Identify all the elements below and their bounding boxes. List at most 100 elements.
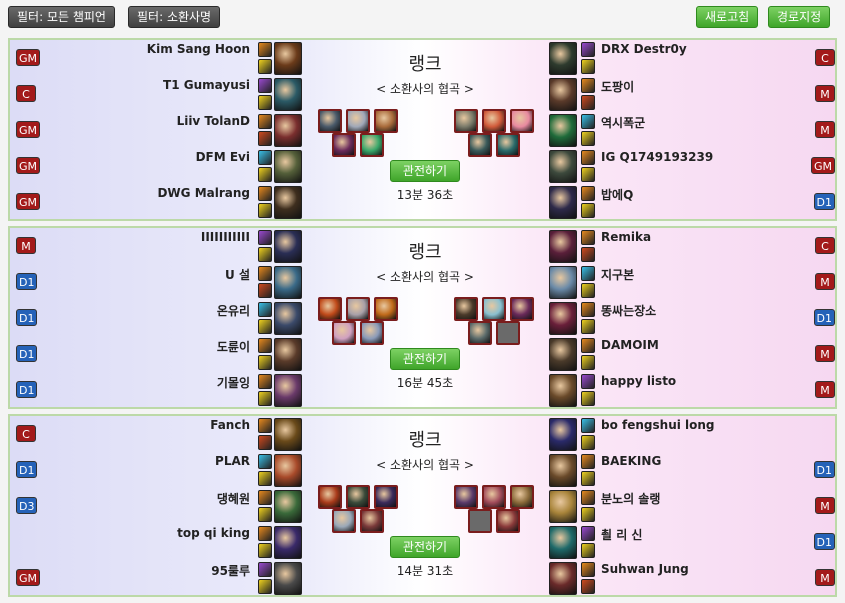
- red-team-player[interactable]: M DAMOIM: [549, 338, 839, 372]
- spell-two-icon: [258, 355, 272, 370]
- red-team-player[interactable]: D1 똥싸는장소: [549, 302, 839, 336]
- summoner-name[interactable]: PLAR: [215, 454, 250, 468]
- blue-team-player[interactable]: D1 U 설: [12, 266, 302, 300]
- spell-one-icon: [581, 42, 595, 57]
- refresh-button[interactable]: 새로고침: [696, 6, 759, 28]
- red-team-player[interactable]: GM IG Q1749193239: [549, 150, 839, 184]
- spell-one-icon: [258, 114, 272, 129]
- summoner-name[interactable]: Remika: [601, 230, 651, 244]
- summoner-name[interactable]: 밥에Q: [601, 186, 633, 203]
- champion-portrait-icon: [274, 230, 302, 263]
- summoner-name[interactable]: 지구본: [601, 266, 634, 283]
- summoner-name[interactable]: 똥싸는장소: [601, 302, 656, 319]
- blue-team-player[interactable]: C T1 Gumayusi: [12, 78, 302, 112]
- red-team-player[interactable]: D1 BAEKING: [549, 454, 839, 488]
- champion-portrait-icon: [274, 454, 302, 487]
- red-team-player[interactable]: M 분노의 솔랭: [549, 490, 839, 524]
- blue-team-player[interactable]: M IIIIIIIIIII: [12, 230, 302, 264]
- summoner-name[interactable]: 95룰루: [211, 562, 250, 579]
- banned-champion-icon: [360, 321, 384, 345]
- red-team-player[interactable]: Mhappy listo: [549, 374, 839, 408]
- spell-one-icon: [258, 186, 272, 201]
- champion-portrait-icon: [549, 230, 577, 263]
- spell-one-icon: [581, 562, 595, 577]
- spectate-button[interactable]: 관전하기: [390, 536, 460, 558]
- tier-badge: D1: [16, 309, 38, 326]
- tier-badge: M: [815, 569, 835, 586]
- summoner-spells: [581, 454, 595, 487]
- blue-team-player[interactable]: GM 95룰루: [12, 562, 302, 596]
- summoner-spells: [581, 302, 595, 335]
- tier-badge: C: [815, 49, 835, 66]
- summoner-name[interactable]: 분노의 솔랭: [601, 490, 660, 507]
- summoner-name[interactable]: happy listo: [601, 374, 676, 388]
- blue-team-player[interactable]: D1 도륜이: [12, 338, 302, 372]
- blue-team-player[interactable]: GM Kim Sang Hoon: [12, 42, 302, 76]
- red-team-player[interactable]: bo fengshui long: [549, 418, 839, 452]
- red-team-player[interactable]: C DRX Destr0y: [549, 42, 839, 76]
- red-team-player[interactable]: M 지구본: [549, 266, 839, 300]
- summoner-name[interactable]: DAMOIM: [601, 338, 659, 352]
- summoner-name[interactable]: BAEKING: [601, 454, 661, 468]
- summoner-name[interactable]: U 설: [225, 266, 250, 283]
- blue-team-player[interactable]: GM DFM Evi: [12, 150, 302, 184]
- summoner-name[interactable]: 도륜이: [217, 338, 250, 355]
- summoner-spells: [258, 526, 272, 559]
- spell-two-icon: [258, 203, 272, 218]
- summoner-name[interactable]: IG Q1749193239: [601, 150, 713, 164]
- summoner-name[interactable]: 기몰잉: [217, 374, 250, 391]
- tier-badge: GM: [16, 193, 41, 210]
- blue-team-player[interactable]: D1 온유리: [12, 302, 302, 336]
- filter-summoner-button[interactable]: 필터: 소환사명: [128, 6, 221, 28]
- game-duration: 13분 36초: [396, 188, 454, 202]
- spell-one-icon: [581, 418, 595, 433]
- spell-two-icon: [581, 283, 595, 298]
- blue-team-player[interactable]: D1 기몰잉: [12, 374, 302, 408]
- tier-badge: GM: [16, 569, 41, 586]
- summoner-name[interactable]: Kim Sang Hoon: [147, 42, 250, 56]
- banned-champion-icon: [346, 297, 370, 321]
- champion-portrait-icon: [549, 302, 577, 335]
- summoner-name[interactable]: 댕혜원: [217, 490, 250, 507]
- spell-two-icon: [258, 167, 272, 182]
- summoner-name[interactable]: Suhwan Jung: [601, 562, 689, 576]
- blue-team-player[interactable]: top qi king: [12, 526, 302, 560]
- summoner-name[interactable]: DRX Destr0y: [601, 42, 687, 56]
- summoner-name[interactable]: bo fengshui long: [601, 418, 715, 432]
- summoner-name[interactable]: 쵤 리 신: [601, 526, 642, 543]
- blue-team-player[interactable]: GM Liiv TolanD: [12, 114, 302, 148]
- spell-one-icon: [258, 418, 272, 433]
- summoner-name[interactable]: DWG Malrang: [157, 186, 250, 200]
- summoner-name[interactable]: 도팡이: [601, 78, 634, 95]
- summoner-name[interactable]: top qi king: [177, 526, 250, 540]
- blue-team-player[interactable]: D3 댕혜원: [12, 490, 302, 524]
- spectate-button[interactable]: 관전하기: [390, 160, 460, 182]
- blue-team-player[interactable]: C Fanch: [12, 418, 302, 452]
- spell-one-icon: [581, 114, 595, 129]
- red-team-player[interactable]: M 도팡이: [549, 78, 839, 112]
- summoner-name[interactable]: T1 Gumayusi: [163, 78, 250, 92]
- summoner-name[interactable]: 온유리: [217, 302, 250, 319]
- set-path-button[interactable]: 경로지정: [768, 6, 831, 28]
- summoner-name[interactable]: Fanch: [210, 418, 250, 432]
- spell-two-icon: [581, 471, 595, 486]
- spectate-button[interactable]: 관전하기: [390, 348, 460, 370]
- filter-champion-button[interactable]: 필터: 모든 챔피언: [8, 6, 115, 28]
- blue-team-player[interactable]: GM DWG Malrang: [12, 186, 302, 220]
- summoner-name[interactable]: IIIIIIIIIII: [201, 230, 250, 244]
- red-team-player[interactable]: D1 쵤 리 신: [549, 526, 839, 560]
- champion-portrait-icon: [549, 114, 577, 147]
- red-team-player[interactable]: M Suhwan Jung: [549, 562, 839, 596]
- summoner-name[interactable]: Liiv TolanD: [177, 114, 250, 128]
- blue-team-player[interactable]: D1 PLAR: [12, 454, 302, 488]
- spell-one-icon: [258, 490, 272, 505]
- tier-badge: D1: [16, 273, 38, 290]
- spell-one-icon: [258, 78, 272, 93]
- red-team-player[interactable]: D1 밥에Q: [549, 186, 839, 220]
- red-team-player[interactable]: C Remika: [549, 230, 839, 264]
- red-team-player[interactable]: M 역시폭군: [549, 114, 839, 148]
- game-duration: 16분 45초: [396, 376, 454, 390]
- summoner-name[interactable]: DFM Evi: [196, 150, 250, 164]
- tier-badge: D3: [16, 497, 38, 514]
- summoner-name[interactable]: 역시폭군: [601, 114, 645, 131]
